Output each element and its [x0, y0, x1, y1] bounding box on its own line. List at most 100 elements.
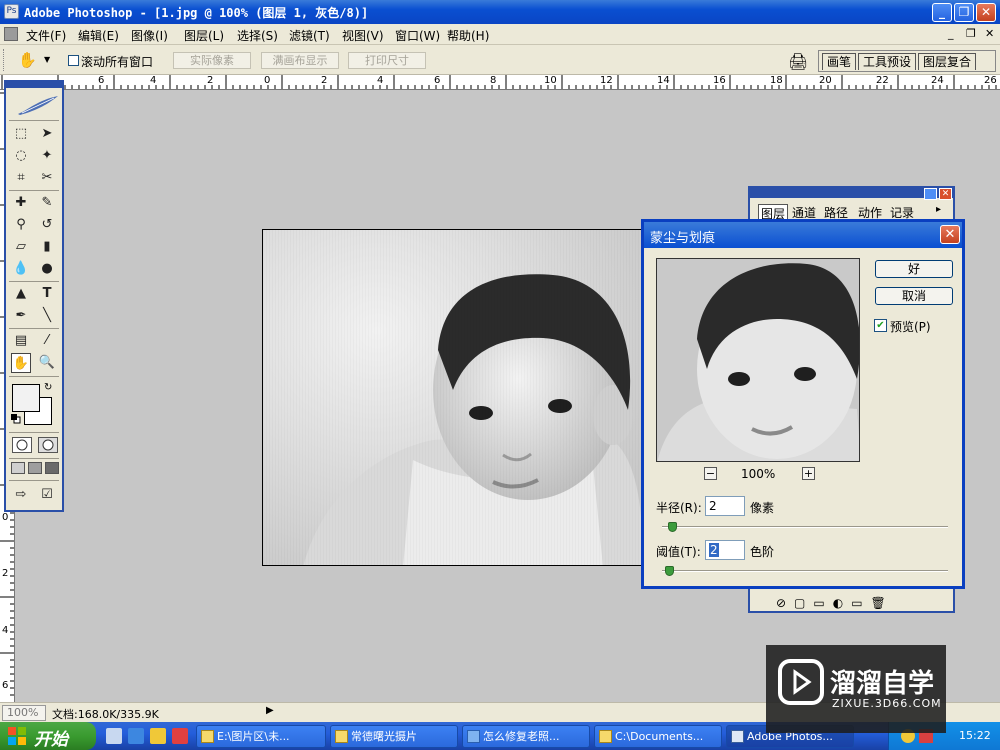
default-colors-icon[interactable]	[11, 414, 21, 424]
menu-layer[interactable]: 图层(L)	[184, 27, 224, 44]
restore-button[interactable]: ❐	[954, 3, 974, 22]
doc-close-icon[interactable]: ✕	[985, 27, 994, 40]
ruler-label: 6	[2, 680, 9, 691]
radius-input[interactable]: 2	[705, 496, 745, 516]
jump-to-imageready-icon[interactable]: ⇨	[11, 485, 31, 505]
layers-footer-icons[interactable]: ⊘▢▭◐▭🗑	[776, 596, 894, 610]
dodge-tool-icon[interactable]: ●	[37, 259, 57, 279]
pen-tool-icon[interactable]: ✒	[11, 306, 31, 326]
taskbar-item-explorer[interactable]: E:\图片区\未...	[196, 725, 326, 748]
notes-tool-icon[interactable]: ▤	[11, 331, 31, 351]
start-button[interactable]: 开始	[0, 722, 96, 750]
layers-close-icon[interactable]: ✕	[939, 188, 952, 200]
palette-tab-brushes[interactable]: 画笔	[822, 53, 856, 70]
crop-tool-icon[interactable]: ⌗	[11, 168, 31, 188]
palette-tab-layer-comps[interactable]: 图层复合	[918, 53, 976, 70]
full-screen-menu-mode-icon[interactable]	[28, 462, 42, 474]
status-menu-arrow-icon[interactable]: ▶	[266, 705, 274, 716]
menu-help[interactable]: 帮助(H)	[447, 27, 489, 44]
photoshop-app-icon: Ps	[4, 4, 19, 19]
move-tool-icon[interactable]: ➤	[37, 124, 57, 144]
standard-screen-mode-icon[interactable]	[11, 462, 25, 474]
hand-tool-icon[interactable]: ✋	[11, 353, 31, 373]
minimize-button[interactable]: _	[932, 3, 952, 22]
menu-window[interactable]: 窗口(W)	[395, 27, 440, 44]
radius-slider-thumb[interactable]	[667, 522, 677, 532]
threshold-input[interactable]: 2	[705, 540, 745, 560]
eyedropper-tool-icon[interactable]: ⁄	[37, 331, 57, 351]
slice-tool-icon[interactable]: ✂	[37, 168, 57, 188]
photoshop-feather-logo[interactable]	[16, 94, 60, 116]
palette-tab-tool-presets[interactable]: 工具预设	[858, 53, 916, 70]
type-tool-icon[interactable]: T	[37, 284, 57, 304]
preview-checkbox[interactable]: ✔	[874, 319, 887, 332]
threshold-slider-thumb[interactable]	[664, 566, 674, 576]
doc-restore-icon[interactable]: ❐	[966, 27, 976, 40]
healing-brush-tool-icon[interactable]: ✚	[11, 193, 31, 213]
marquee-tool-icon[interactable]: ⬚	[11, 124, 31, 144]
foreground-color-swatch[interactable]	[12, 384, 40, 412]
dialog-title-bar[interactable]: 蒙尘与划痕 ✕	[644, 222, 962, 248]
dialog-close-button[interactable]: ✕	[940, 225, 960, 244]
close-button[interactable]: ✕	[976, 3, 996, 22]
filter-preview[interactable]	[656, 258, 860, 462]
radius-slider-track[interactable]	[662, 526, 948, 528]
standard-mode-icon[interactable]	[12, 437, 32, 453]
folder-icon	[599, 730, 612, 743]
zoom-out-button[interactable]: −	[704, 467, 717, 480]
ie-icon[interactable]	[128, 728, 144, 744]
eraser-tool-icon[interactable]: ▱	[11, 237, 31, 257]
menu-edit[interactable]: 编辑(E)	[78, 27, 119, 44]
ruler-label: 4	[377, 75, 384, 86]
scroll-all-windows-checkbox[interactable]	[68, 55, 79, 66]
magic-wand-tool-icon[interactable]: ✦	[37, 146, 57, 166]
line-tool-icon[interactable]: ╲	[37, 306, 57, 326]
cancel-button[interactable]: 取消	[875, 287, 953, 305]
full-screen-mode-icon[interactable]	[45, 462, 59, 474]
quicklaunch-app-icon[interactable]	[172, 728, 188, 744]
show-desktop-icon[interactable]	[106, 728, 122, 744]
menu-file[interactable]: 文件(F)	[26, 27, 66, 44]
brush-tool-icon[interactable]: ✎	[37, 193, 57, 213]
swap-colors-icon[interactable]: ↻	[44, 382, 52, 393]
actual-pixels-button[interactable]: 实际像素	[173, 52, 251, 69]
zoom-in-button[interactable]: +	[802, 467, 815, 480]
ok-button[interactable]: 好	[875, 260, 953, 278]
task-label: 常德曙光摄片	[351, 730, 417, 743]
blur-tool-icon[interactable]: 💧	[11, 259, 31, 279]
palette-menu-icon[interactable]: ▸	[936, 204, 941, 215]
options-grip[interactable]	[3, 49, 6, 71]
taskbar-item-photo-studio[interactable]: 常德曙光摄片	[330, 725, 458, 748]
edit-in-imageready-icon[interactable]: ☑	[37, 485, 57, 505]
file-browser-icon[interactable]: 🖨	[788, 52, 808, 71]
doc-minimize-icon[interactable]: _	[948, 27, 954, 40]
menu-view[interactable]: 视图(V)	[342, 27, 384, 44]
toolbox: ⬚ ➤ ◌ ✦ ⌗ ✂ ✚ ✎ ⚲ ↺ ▱ ▮ 💧 ● ▲ T ✒ ╲ ▤ ⁄ …	[4, 80, 64, 512]
ie-icon	[467, 730, 480, 743]
document-icon[interactable]	[4, 27, 18, 41]
gradient-tool-icon[interactable]: ▮	[37, 237, 57, 257]
status-zoom-field[interactable]: 100%	[2, 705, 46, 721]
menu-image[interactable]: 图像(I)	[131, 27, 168, 44]
layers-minimize-icon[interactable]	[924, 188, 937, 200]
taskbar-item-browser[interactable]: 怎么修复老照...	[462, 725, 590, 748]
qq-icon[interactable]	[150, 728, 166, 744]
path-selection-tool-icon[interactable]: ▲	[11, 284, 31, 304]
layers-palette-title-bar[interactable]	[750, 188, 953, 198]
print-size-button[interactable]: 打印尺寸	[348, 52, 426, 69]
photoshop-icon	[731, 730, 744, 743]
zoom-tool-icon[interactable]: 🔍	[37, 353, 57, 373]
menu-filter[interactable]: 滤镜(T)	[289, 27, 330, 44]
document-canvas[interactable]	[262, 229, 642, 566]
toolbox-title-bar[interactable]	[6, 82, 62, 88]
quick-mask-mode-icon[interactable]	[38, 437, 58, 453]
fit-on-screen-button[interactable]: 满画布显示	[261, 52, 339, 69]
clone-stamp-tool-icon[interactable]: ⚲	[11, 215, 31, 235]
taskbar-item-documents[interactable]: C:\Documents...	[594, 725, 722, 748]
hand-tool-icon[interactable]: ✋	[18, 51, 37, 69]
threshold-slider-track[interactable]	[662, 570, 948, 572]
menu-select[interactable]: 选择(S)	[237, 27, 278, 44]
lasso-tool-icon[interactable]: ◌	[11, 146, 31, 166]
history-brush-tool-icon[interactable]: ↺	[37, 215, 57, 235]
tool-preset-dropdown-icon[interactable]: ▼	[44, 55, 50, 64]
